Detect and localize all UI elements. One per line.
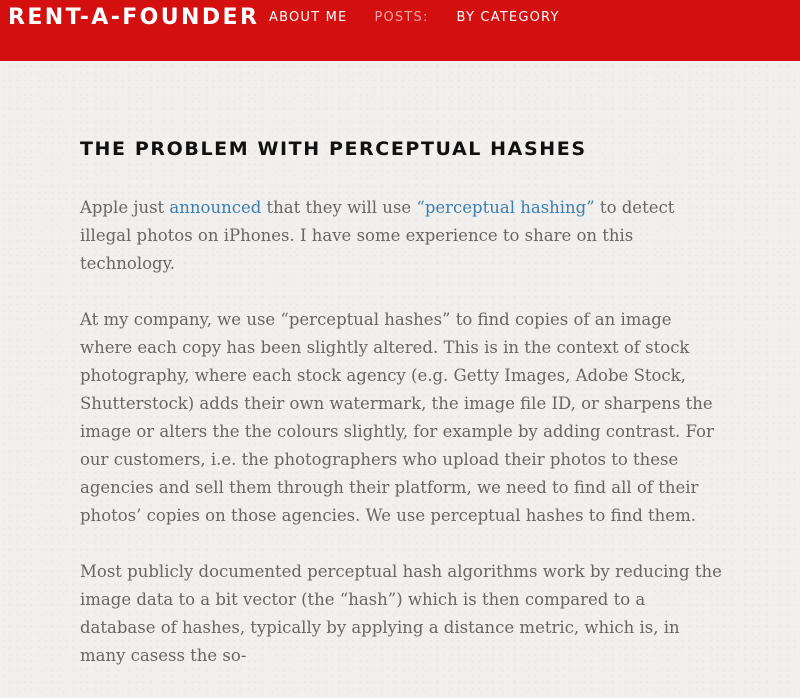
post-title: THE PROBLEM WITH PERCEPTUAL HASHES — [80, 138, 587, 160]
paragraph-text: Apple just — [80, 198, 170, 217]
nav-by-category[interactable]: BY CATEGORY — [457, 10, 560, 26]
paragraph-algorithms: Most publicly documented perceptual hash… — [80, 562, 722, 665]
perceptual-hashing-link[interactable]: “perceptual hashing” — [416, 198, 594, 217]
post-content: THE PROBLEM WITH PERCEPTUAL HASHES Apple… — [80, 135, 725, 698]
nav-posts-label: POSTS: — [374, 10, 429, 25]
main-nav: ABOUT ME POSTS: BY CATEGORY — [269, 10, 560, 26]
paragraph-intro: Apple just announced that they will use … — [80, 194, 725, 278]
nav-about-me[interactable]: ABOUT ME — [269, 10, 347, 26]
site-title-link[interactable]: RENT-A-FOUNDER — [8, 4, 259, 32]
paragraph-company: At my company, we use “perceptual hashes… — [80, 310, 714, 525]
paragraph-text: that they will use — [261, 198, 417, 217]
site-header: RENT-A-FOUNDER ABOUT ME POSTS: BY CATEGO… — [0, 0, 800, 61]
announced-link[interactable]: announced — [169, 198, 261, 217]
